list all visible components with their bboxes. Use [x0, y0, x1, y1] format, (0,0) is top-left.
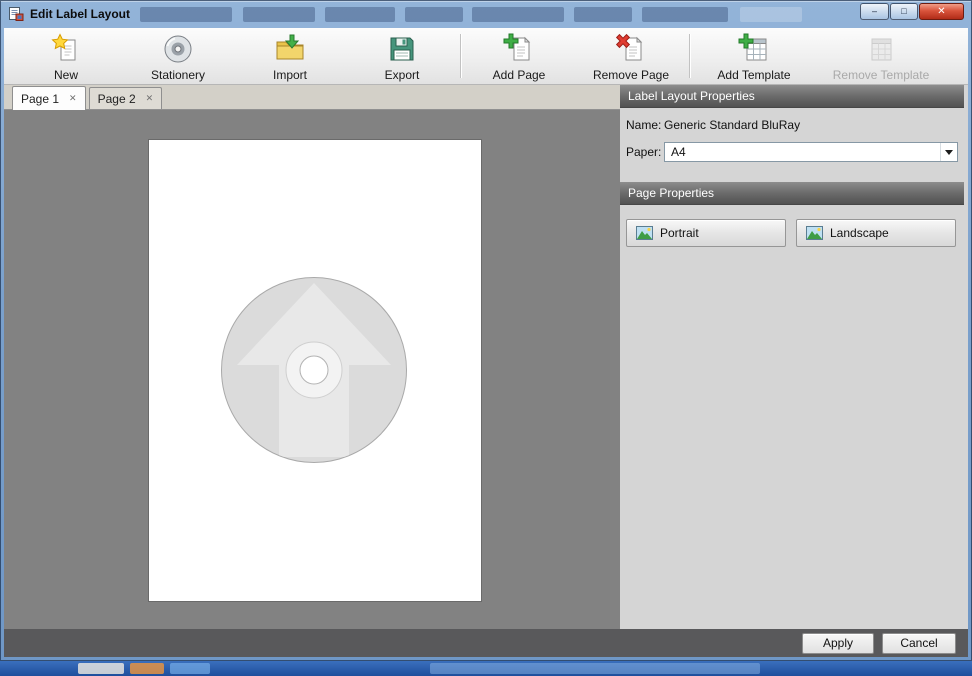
tab-label: Page 1: [21, 92, 59, 106]
landscape-icon: [806, 226, 823, 240]
toolbar-button-export[interactable]: Export: [346, 28, 458, 84]
app-icon: [8, 6, 24, 22]
titlebar-glass-blur: [642, 7, 728, 22]
toolbar-label: New: [54, 68, 78, 82]
landscape-button[interactable]: Landscape: [796, 219, 956, 247]
page-editor-column: Page 1 ✕ Page 2 ✕: [4, 85, 620, 629]
cancel-button[interactable]: Cancel: [882, 633, 956, 654]
page-preview: [149, 140, 481, 601]
disc-label-preview[interactable]: [219, 275, 409, 465]
screen: Edit Label Layout – □ ✕: [0, 0, 972, 676]
portrait-label: Portrait: [660, 226, 699, 240]
taskbar-window-blur: [430, 663, 760, 674]
tab-page-2[interactable]: Page 2 ✕: [89, 87, 163, 109]
new-icon: [50, 33, 82, 65]
landscape-label: Landscape: [830, 226, 889, 240]
paper-select-value: A4: [671, 145, 686, 159]
portrait-button[interactable]: Portrait: [626, 219, 786, 247]
orientation-row: Portrait Landscape: [626, 219, 962, 247]
tab-close-icon[interactable]: ✕: [146, 93, 154, 104]
page-properties-header: Page Properties: [620, 182, 964, 205]
name-value: Generic Standard BluRay: [664, 118, 800, 132]
toolbar-label: Stationery: [151, 68, 205, 82]
titlebar-glass-blur: [405, 7, 463, 22]
stationery-icon: [162, 33, 194, 65]
titlebar-glass-blur: [574, 7, 632, 22]
edit-label-layout-window: Edit Label Layout – □ ✕: [0, 0, 972, 661]
export-icon: [386, 33, 418, 65]
taskbar-window-blur: [130, 663, 164, 674]
titlebar-glass-blur: [740, 7, 802, 22]
toolbar-label: Export: [385, 68, 420, 82]
taskbar-window-blur: [170, 663, 210, 674]
tab-close-icon[interactable]: ✕: [69, 93, 77, 104]
toolbar-label: Add Template: [717, 68, 790, 82]
toolbar-label: Import: [273, 68, 307, 82]
titlebar-glass-blur: [325, 7, 395, 22]
apply-button[interactable]: Apply: [802, 633, 874, 654]
titlebar-glass-blur: [140, 7, 232, 22]
toolbar-separator: [689, 34, 690, 78]
titlebar-glass-blur: [243, 7, 315, 22]
remove-page-icon: [615, 33, 647, 65]
add-template-icon: [738, 33, 770, 65]
titlebar[interactable]: Edit Label Layout – □ ✕: [0, 0, 972, 28]
dialog-button-bar: Apply Cancel: [4, 629, 968, 657]
toolbar-button-remove-template: Remove Template: [816, 28, 946, 84]
paper-label: Paper:: [626, 145, 664, 159]
toolbar-button-add-page[interactable]: Add Page: [463, 28, 575, 84]
window-content: New Stationery: [4, 28, 968, 657]
toolbar-button-add-template[interactable]: Add Template: [692, 28, 816, 84]
window-title: Edit Label Layout: [30, 7, 130, 21]
import-icon: [274, 33, 306, 65]
paper-row: Paper: A4: [626, 142, 962, 162]
chevron-down-icon: [945, 150, 953, 155]
toolbar-label: Remove Page: [593, 68, 669, 82]
properties-panel: Label Layout Properties Name: Generic St…: [620, 85, 968, 629]
tab-bar: Page 1 ✕ Page 2 ✕: [4, 85, 620, 110]
toolbar-button-stationery[interactable]: Stationery: [122, 28, 234, 84]
canvas-area: [4, 110, 620, 629]
add-page-icon: [503, 33, 535, 65]
paper-select[interactable]: A4: [664, 142, 958, 162]
main-area: Page 1 ✕ Page 2 ✕: [4, 85, 968, 629]
portrait-icon: [636, 226, 653, 240]
minimize-button[interactable]: –: [860, 3, 889, 20]
name-label: Name:: [626, 118, 664, 132]
toolbar-button-remove-page[interactable]: Remove Page: [575, 28, 687, 84]
toolbar-button-new[interactable]: New: [10, 28, 122, 84]
label-layout-properties-header: Label Layout Properties: [620, 85, 964, 108]
maximize-button[interactable]: □: [890, 3, 918, 20]
remove-template-icon: [865, 33, 897, 65]
window-controls: – □ ✕: [860, 3, 964, 20]
tab-label: Page 2: [98, 92, 136, 106]
titlebar-glass-blur: [472, 7, 564, 22]
taskbar-window-blur: [78, 663, 124, 674]
taskbar[interactable]: [0, 661, 972, 676]
toolbar-label: Add Page: [493, 68, 546, 82]
close-button[interactable]: ✕: [919, 3, 964, 20]
toolbar-separator: [460, 34, 461, 78]
tab-page-1[interactable]: Page 1 ✕: [12, 86, 86, 110]
name-row: Name: Generic Standard BluRay: [626, 118, 962, 132]
toolbar-label: Remove Template: [833, 68, 930, 82]
toolbar: New Stationery: [4, 28, 968, 85]
toolbar-button-import[interactable]: Import: [234, 28, 346, 84]
dropdown-arrow-zone: [940, 143, 957, 161]
